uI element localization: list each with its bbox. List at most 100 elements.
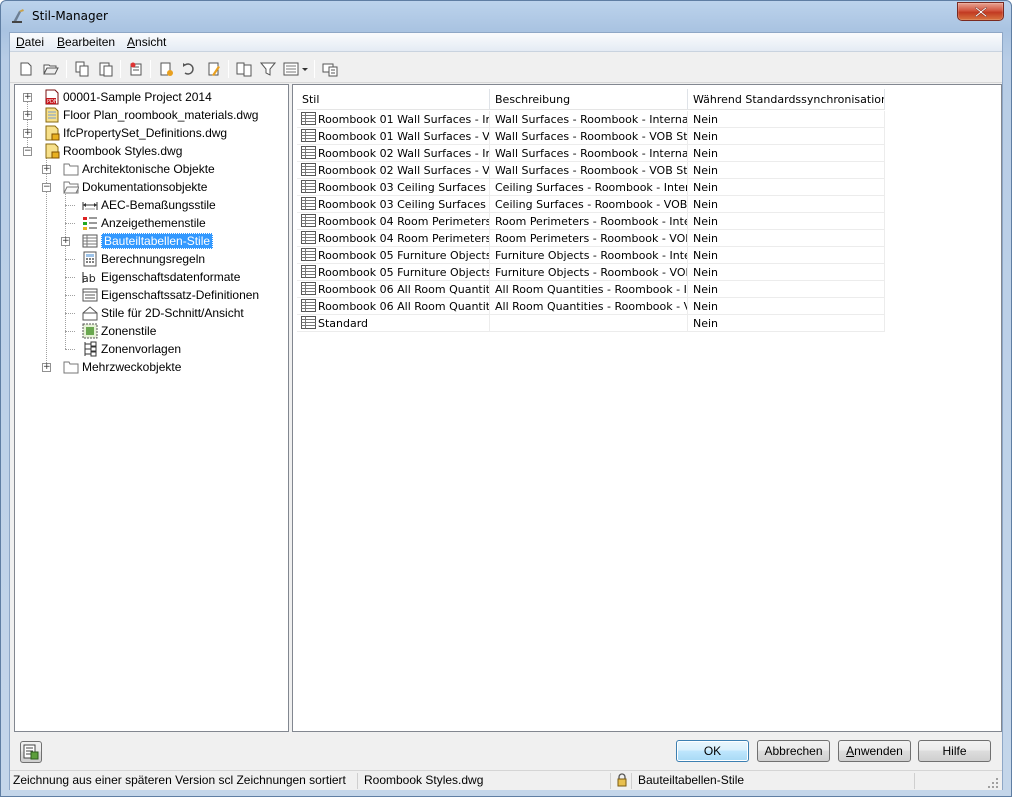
tree-item-floor-plan[interactable]: Floor Plan_roombook_materials.dwg: [44, 106, 258, 124]
set-from-icon[interactable]: [180, 59, 200, 79]
tree-item-berechnungsregeln[interactable]: Berechnungsregeln: [82, 250, 205, 268]
schedule-style-icon: [301, 112, 316, 125]
new-style-icon[interactable]: [156, 59, 176, 79]
view-options-icon[interactable]: [282, 59, 310, 79]
data-format-icon: ab: [82, 272, 96, 285]
collapse-toggle[interactable]: −: [42, 183, 51, 192]
table-cell: Nein: [688, 247, 885, 264]
table-row[interactable]: Roombook 02 Wall Surfaces - Int... Wall S…: [297, 145, 885, 162]
cell-style-name: Roombook 06 All Room Quantitie...: [318, 283, 490, 296]
table-row[interactable]: Roombook 03 Ceiling Surfaces - ... Ceilin…: [297, 196, 885, 213]
table-cell: Wall Surfaces - Roombook - VOB Stand: [490, 162, 688, 179]
status-drawing: Roombook Styles.dwg: [361, 773, 611, 789]
menu-bearbeiten[interactable]: Bearbeiten: [57, 35, 115, 49]
table-cell: Roombook 04 Room Perimeters - ...: [297, 213, 490, 230]
tree-item-anzeigethemenstile[interactable]: Anzeigethemenstile: [82, 214, 206, 232]
table-row[interactable]: Roombook 04 Room Perimeters - ... Room Pe…: [297, 213, 885, 230]
compare-styles-icon[interactable]: [234, 59, 254, 79]
table-row[interactable]: Roombook 01 Wall Surfaces - VO... Wall Su…: [297, 128, 885, 145]
schedule-style-icon: [301, 146, 316, 159]
expand-toggle[interactable]: +: [23, 129, 32, 138]
purge-styles-icon[interactable]: [126, 59, 146, 79]
table-row[interactable]: Roombook 05 Furniture Objects -... Furnit…: [297, 247, 885, 264]
cell-style-name: Standard: [318, 317, 369, 330]
resize-grip-icon[interactable]: [987, 777, 999, 789]
status-empty: [918, 773, 998, 789]
tree-item-mehrzweckobjekte[interactable]: Mehrzweckobjekte: [63, 358, 181, 376]
cell-sync: Nein: [693, 215, 719, 228]
schedule-style-icon: [301, 231, 316, 244]
menu-ansicht[interactable]: Ansicht: [127, 35, 166, 49]
cell-style-name: Roombook 03 Ceiling Surfaces - ...: [318, 198, 490, 211]
table-cell: Ceiling Surfaces - Roombook - VOB ...: [490, 196, 688, 213]
status-message: Zeichnung aus einer späteren Version scl…: [10, 773, 358, 789]
column-header-sync[interactable]: Während Standardssynchronisation...: [688, 89, 885, 110]
section-view-icon: [82, 306, 98, 321]
table-row[interactable]: Roombook 06 All Room Quantitie... All Roo…: [297, 298, 885, 315]
table-row[interactable]: Roombook 04 Room Perimeters - ... Room Pe…: [297, 230, 885, 247]
edit-style-icon[interactable]: [204, 59, 224, 79]
style-list[interactable]: Stil Beschreibung Während Standardssynch…: [292, 84, 1002, 732]
tree-item-dokumentationsobjekte[interactable]: Dokumentationsobjekte: [63, 178, 207, 196]
column-header-stil[interactable]: Stil: [297, 89, 490, 110]
table-row[interactable]: Standard Nein: [297, 315, 885, 332]
schedule-style-icon: [301, 282, 316, 295]
column-header-beschreibung[interactable]: Beschreibung: [490, 89, 688, 110]
table-row[interactable]: Roombook 03 Ceiling Surfaces - ... Ceilin…: [297, 179, 885, 196]
style-preview-button[interactable]: [20, 741, 42, 763]
cell-description: Furniture Objects - Roombook - VOB...: [495, 266, 688, 279]
tree-item-eigenschaftssatz-definitionen[interactable]: Eigenschaftssatz-Definitionen: [82, 286, 259, 304]
tree-item-ifc-property-set[interactable]: IfcPropertySet_Definitions.dwg: [44, 124, 227, 142]
tree-item-architektonische-objekte[interactable]: Architektonische Objekte: [63, 160, 215, 178]
collapse-toggle[interactable]: −: [23, 147, 32, 156]
ok-button[interactable]: OK: [676, 740, 749, 762]
expand-toggle[interactable]: +: [42, 165, 51, 174]
tree-item-zonenstile[interactable]: Zonenstile: [82, 322, 156, 340]
close-button[interactable]: [957, 2, 1004, 21]
cell-style-name: Roombook 01 Wall Surfaces - Int...: [318, 113, 490, 126]
expand-toggle[interactable]: +: [61, 237, 70, 246]
paste-icon[interactable]: [96, 59, 116, 79]
help-button[interactable]: Hilfe: [918, 740, 991, 762]
tree-item-zonenvorlagen[interactable]: Zonenvorlagen: [82, 340, 181, 358]
property-set-icon: [82, 288, 98, 302]
table-cell: Wall Surfaces - Roombook - Interna: [490, 145, 688, 162]
table-row[interactable]: Roombook 06 All Room Quantitie... All Roo…: [297, 281, 885, 298]
expand-toggle[interactable]: +: [23, 111, 32, 120]
cell-description: Ceiling Surfaces - Roombook - Interna: [495, 181, 688, 194]
apply-button[interactable]: Anwenden: [838, 740, 911, 762]
tree-item-2d-schnitt-ansicht[interactable]: Stile für 2D-Schnitt/Ansicht: [82, 304, 244, 322]
menu-datei[interactable]: Datei: [16, 35, 44, 49]
table-cell: Roombook 05 Furniture Objects -...: [297, 247, 490, 264]
cell-description: Room Perimeters - Roombook - Inte...: [495, 215, 688, 228]
expand-toggle[interactable]: +: [42, 363, 51, 372]
table-cell: Furniture Objects - Roombook - Inte...: [490, 247, 688, 264]
copy-icon[interactable]: [72, 59, 92, 79]
tree-item-eigenschaftsdatenformate[interactable]: ab Eigenschaftsdatenformate: [82, 268, 240, 286]
open-drawing-icon[interactable]: [41, 59, 61, 79]
cell-description: Wall Surfaces - Roombook - Interna: [495, 147, 688, 160]
title-bar[interactable]: Stil-Manager: [1, 1, 1011, 31]
style-preview-icon: [23, 744, 39, 760]
tree-item-sample-project[interactable]: PDF 00001-Sample Project 2014: [44, 88, 212, 106]
table-cell: Roombook 02 Wall Surfaces - VO...: [297, 162, 490, 179]
table-row[interactable]: Roombook 05 Furniture Objects -... Furnit…: [297, 264, 885, 281]
filter-icon[interactable]: [258, 59, 278, 79]
table-cell: Nein: [688, 281, 885, 298]
style-tree[interactable]: + PDF 00001-Sample Project 2014 + Floor …: [14, 84, 289, 732]
new-drawing-icon[interactable]: [16, 59, 36, 79]
cancel-button[interactable]: Abbrechen: [757, 740, 830, 762]
selected-label: Bauteiltabellen-Stile: [101, 233, 214, 249]
cell-description: Wall Surfaces - Roombook - Interna: [495, 113, 688, 126]
menu-bar: Datei Bearbeiten Ansicht: [10, 33, 1002, 52]
tree-item-aec-bemassungsstile[interactable]: AEC-Bemaßungsstile: [82, 196, 216, 214]
toggle-view-icon[interactable]: [320, 59, 340, 79]
tree-item-bauteiltabellen-stile[interactable]: Bauteiltabellen-Stile: [82, 232, 214, 250]
table-row[interactable]: Roombook 02 Wall Surfaces - VO... Wall Su…: [297, 162, 885, 179]
tree-item-roombook-styles[interactable]: Roombook Styles.dwg: [44, 142, 182, 160]
cell-description: Wall Surfaces - Roombook - VOB Stand: [495, 164, 688, 177]
expand-toggle[interactable]: +: [23, 93, 32, 102]
cell-description: Room Perimeters - Roombook - VOB ...: [495, 232, 688, 245]
table-cell: Ceiling Surfaces - Roombook - Interna: [490, 179, 688, 196]
table-row[interactable]: Roombook 01 Wall Surfaces - Int... Wall S…: [297, 111, 885, 128]
